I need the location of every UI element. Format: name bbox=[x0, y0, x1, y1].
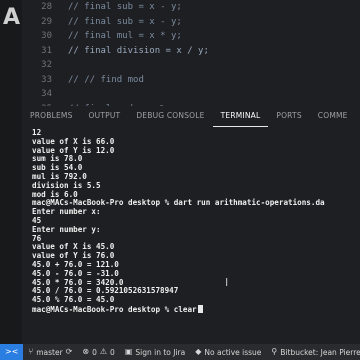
terminal-line: 45.0 % 76.0 = 45.0 bbox=[32, 295, 115, 305]
code-line: 31 // final division = x / y; bbox=[22, 44, 360, 59]
panel-tab-bar: PROBLEMS OUTPUT DEBUG CONSOLE TERMINAL P… bbox=[22, 106, 360, 127]
warning-icon: ⚠ bbox=[99, 347, 108, 356]
tab-ports[interactable]: PORTS bbox=[268, 106, 309, 126]
code-text: // final mul = x * y; bbox=[68, 31, 182, 41]
jira-icon: ▣ bbox=[124, 347, 133, 356]
line-number: 34 bbox=[41, 89, 52, 99]
code-line: 32 bbox=[22, 58, 360, 73]
tab-debug-console[interactable]: DEBUG CONSOLE bbox=[128, 106, 212, 126]
code-editor[interactable]: 28 // final sub = x - y; 29 // final sub… bbox=[22, 0, 360, 114]
code-line: 29 // final sub = x - y; bbox=[22, 15, 360, 30]
tab-comments[interactable]: COMME bbox=[310, 106, 356, 126]
jira-label: Sign in to Jira bbox=[135, 347, 186, 357]
code-text: // final sub = x - y; bbox=[68, 2, 182, 12]
branch-icon: ⑂ bbox=[28, 347, 34, 356]
terminal-output[interactable]: 12 value of X is 66.0 value of Y is 12.0… bbox=[22, 129, 360, 343]
branch-indicator[interactable]: ⑂ master ⟳ bbox=[23, 348, 77, 357]
code-line: 30 // final mul = x * y; bbox=[22, 29, 360, 44]
code-line: 34 bbox=[22, 87, 360, 102]
bitbucket-status[interactable]: ⚲ Bitbucket: Jean Pierre Sc bbox=[266, 348, 360, 357]
warning-count: 0 bbox=[110, 347, 115, 357]
code-line: 33 // // find mod bbox=[22, 73, 360, 88]
line-number: 30 bbox=[41, 31, 52, 41]
terminal-prompt-text: mac@MACs-MacBook-Pro desktop % clear bbox=[32, 304, 197, 314]
line-number: 31 bbox=[41, 45, 52, 56]
terminal-prompt-line: mac@MACs-MacBook-Pro desktop % clear bbox=[22, 304, 360, 315]
error-count: 0 bbox=[92, 347, 97, 357]
line-number: 28 bbox=[41, 2, 52, 12]
terminal-line: Enter number y: bbox=[32, 224, 101, 234]
tab-output[interactable]: OUTPUT bbox=[81, 106, 129, 126]
code-text: // final division = x / y; bbox=[68, 45, 209, 56]
code-text: // final sub = x - y; bbox=[68, 16, 182, 27]
code-line: 28 // final sub = x - y; bbox=[22, 0, 360, 15]
branch-name: master bbox=[36, 347, 63, 357]
explorer-icon[interactable]: A bbox=[3, 4, 20, 32]
status-bar: >< ⑂ master ⟳ ⊗ 0 ⚠ 0 ▣ Sign in to Jira … bbox=[0, 344, 360, 360]
terminal-cursor bbox=[197, 304, 203, 313]
terminal-line: Enter number x: bbox=[32, 207, 101, 217]
line-number: 29 bbox=[41, 16, 52, 27]
jira-signin[interactable]: ▣ Sign in to Jira bbox=[120, 348, 190, 357]
active-issue[interactable]: ◆ No active issue bbox=[190, 348, 266, 357]
remote-button[interactable]: >< bbox=[0, 344, 24, 360]
issue-icon: ◆ bbox=[195, 347, 202, 356]
problems-indicator[interactable]: ⊗ 0 ⚠ 0 bbox=[77, 348, 119, 357]
line-number: 32 bbox=[41, 60, 52, 70]
error-icon: ⊗ bbox=[82, 347, 90, 356]
remote-icon: >< bbox=[5, 347, 19, 356]
code-text: // // find mod bbox=[68, 74, 144, 85]
tab-problems[interactable]: PROBLEMS bbox=[22, 106, 81, 126]
bitbucket-icon: ⚲ bbox=[271, 347, 278, 356]
issue-label: No active issue bbox=[204, 347, 262, 357]
activity-bar: A bbox=[0, 0, 22, 344]
sync-icon: ⟳ bbox=[65, 347, 73, 356]
tab-terminal[interactable]: TERMINAL bbox=[212, 106, 269, 127]
text-cursor-icon: I bbox=[225, 276, 229, 289]
line-number: 33 bbox=[41, 74, 52, 85]
bitbucket-label: Bitbucket: Jean Pierre Sc bbox=[280, 347, 360, 357]
